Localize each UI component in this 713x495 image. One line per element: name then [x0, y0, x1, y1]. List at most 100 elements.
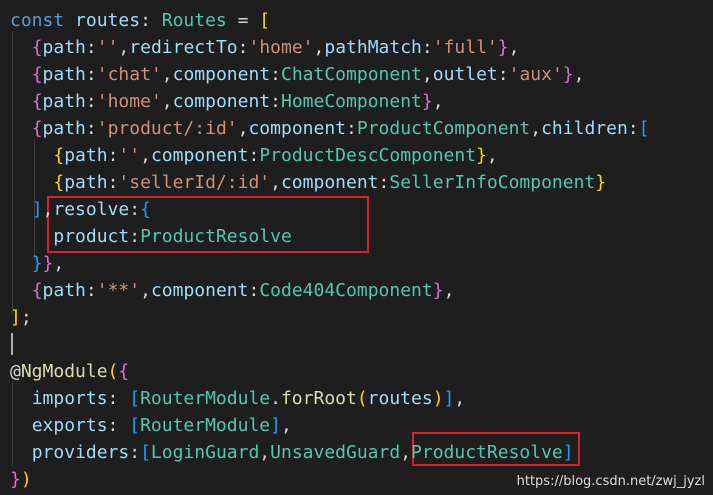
code-token: : [346, 118, 357, 139]
code-token: redirectTo [129, 37, 238, 58]
code-token: , [486, 145, 498, 166]
code-token: 'chat' [96, 64, 162, 85]
code-token: '' [118, 145, 141, 166]
code-token: : [129, 199, 141, 220]
code-token: imports [31, 388, 108, 409]
code-token: exports [31, 415, 108, 436]
code-token: } [595, 172, 607, 193]
code-token: product [53, 226, 130, 247]
code-token: { [31, 91, 43, 112]
code-token: RouterModule [140, 388, 271, 409]
code-token: , [118, 37, 130, 58]
code-token: : [107, 145, 119, 166]
code-token: 'sellerId/:id' [118, 172, 271, 193]
code-line: {path:'home',component:HomeComponent}, [10, 88, 444, 115]
code-token: 'product/:id' [96, 118, 238, 139]
code-line: {path:'sellerId/:id',component:SellerInf… [10, 169, 606, 196]
code-token: { [118, 361, 130, 382]
code-token: , [573, 64, 585, 85]
code-token: : [627, 118, 639, 139]
code-token: : [107, 415, 130, 436]
code-token: , [432, 91, 444, 112]
code-token: 'aux' [508, 64, 563, 85]
code-line: {path:'',redirectTo:'home',pathMatch:'fu… [10, 34, 520, 61]
code-token: , [161, 64, 173, 85]
code-token: : [85, 280, 97, 301]
code-token: '**' [96, 280, 141, 301]
code-token: } [31, 253, 43, 274]
code-token: { [31, 118, 43, 139]
code-line: {path:'chat',component:ChatComponent,out… [10, 61, 585, 88]
code-token: , [140, 280, 151, 301]
code-token: } [497, 37, 509, 58]
code-token: } [421, 91, 433, 112]
code-line: }}, [10, 250, 65, 277]
code-token: , [280, 415, 292, 436]
code-token: component [150, 280, 249, 301]
code-token: ( [356, 388, 368, 409]
code-token: const [10, 10, 65, 31]
text-cursor [11, 333, 13, 355]
code-token: } [432, 280, 444, 301]
code-token: , [508, 37, 520, 58]
code-token: path [64, 145, 108, 166]
code-token: : [497, 64, 509, 85]
code-token: } [476, 145, 487, 166]
code-line: product:ProductResolve [10, 223, 291, 250]
code-token: NgModule [20, 361, 108, 382]
code-line: {path:'',component:ProductDescComponent}… [10, 142, 498, 169]
watermark-text: https://blog.csdn.net/zwj_jyzl [516, 474, 705, 489]
code-token: routes [367, 388, 433, 409]
code-token: : [270, 64, 281, 85]
code-token: ] [270, 415, 281, 436]
code-line: @NgModule({ [10, 358, 129, 385]
code-token: providers [31, 442, 130, 463]
code-token: , [443, 280, 455, 301]
code-token: [ [638, 118, 650, 139]
code-token: ProductComponent [356, 118, 531, 139]
code-token: : [85, 91, 97, 112]
code-editor[interactable]: https://blog.csdn.net/zwj_jyzl const rou… [0, 0, 713, 495]
code-token: { [31, 37, 43, 58]
code-token: : [85, 118, 97, 139]
code-line: ]; [10, 304, 32, 331]
code-token: outlet [432, 64, 498, 85]
code-line: imports: [RouterModule.forRoot(routes)], [10, 385, 466, 412]
code-token: [ [129, 388, 141, 409]
code-line: const routes: Routes = [ [10, 7, 270, 34]
code-token: : [85, 64, 97, 85]
code-line: ],resolve:{ [10, 196, 151, 223]
code-token: ] [10, 307, 21, 328]
code-token: ] [31, 199, 43, 220]
code-token: ( [107, 361, 119, 382]
code-token: path [42, 64, 86, 85]
code-token: ChatComponent [281, 64, 422, 85]
code-token: : [107, 388, 130, 409]
code-token: , [259, 442, 271, 463]
code-token: component [150, 145, 249, 166]
code-token: { [53, 172, 65, 193]
code-line: }) [10, 466, 32, 493]
code-token: Code404Component [259, 280, 433, 301]
code-token: : [85, 37, 97, 58]
code-token: SellerInfoComponent [389, 172, 596, 193]
code-token: { [31, 64, 43, 85]
code-token: : [129, 226, 141, 247]
code-token: : [129, 442, 141, 463]
code-token: component [172, 91, 271, 112]
code-token: ) [20, 469, 32, 490]
code-token: Routes [161, 10, 227, 31]
code-token: : [378, 172, 390, 193]
code-token: RouterModule [140, 415, 271, 436]
code-token: children [541, 118, 628, 139]
code-line: {path:'**',component:Code404Component}, [10, 277, 455, 304]
code-token: : [270, 91, 281, 112]
